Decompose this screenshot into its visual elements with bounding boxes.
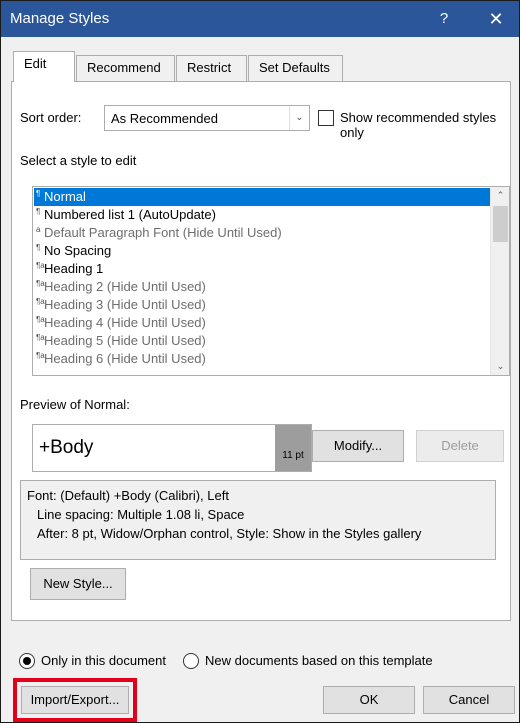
import-export-button[interactable]: Import/Export...: [21, 686, 129, 714]
style-item-label: Heading 6 (Hide Until Used): [44, 351, 206, 366]
only-this-document-label: Only in this document: [41, 653, 167, 668]
description-line: Line spacing: Multiple 1.08 li, Space: [37, 507, 245, 522]
tab-edit[interactable]: Edit: [13, 51, 75, 82]
preview-label: Preview of Normal:: [20, 397, 130, 412]
style-preview-box: +Body 11 pt: [32, 424, 312, 472]
radio-only-this-document[interactable]: [19, 653, 35, 669]
import-export-button-label: Import/Export...: [30, 692, 120, 707]
tab-set-defaults[interactable]: Set Defaults: [248, 55, 343, 81]
character-style-icon: a: [36, 225, 41, 234]
linked-style-icon: ¶a: [36, 351, 45, 360]
style-item-label: Numbered list 1 (AutoUpdate): [44, 207, 216, 222]
select-style-label: Select a style to edit: [20, 153, 137, 168]
style-item-label: Heading 4 (Hide Until Used): [44, 315, 206, 330]
paragraph-style-icon: ¶: [36, 243, 41, 252]
tab-label: Recommend: [87, 60, 161, 75]
style-item-heading-6[interactable]: ¶a Heading 6 (Hide Until Used): [34, 350, 490, 368]
linked-style-icon: ¶a: [36, 315, 45, 324]
delete-button-label: Delete: [441, 438, 479, 453]
style-item-label: Heading 5 (Hide Until Used): [44, 333, 206, 348]
style-item-label: Heading 2 (Hide Until Used): [44, 279, 206, 294]
paragraph-style-icon: ¶: [36, 189, 41, 198]
sort-order-dropdown[interactable]: As Recommended ⌄: [104, 105, 310, 131]
styles-list[interactable]: ¶ Normal ¶ Numbered list 1 (AutoUpdate) …: [32, 186, 510, 376]
style-item-heading-5[interactable]: ¶a Heading 5 (Hide Until Used): [34, 332, 490, 350]
style-item-label: Heading 3 (Hide Until Used): [44, 297, 206, 312]
radio-new-documents[interactable]: [183, 653, 199, 669]
style-item-heading-2[interactable]: ¶a Heading 2 (Hide Until Used): [34, 278, 490, 296]
modify-button[interactable]: Modify...: [312, 430, 404, 462]
description-line: Font: (Default) +Body (Calibri), Left: [27, 488, 229, 503]
delete-button[interactable]: Delete: [416, 430, 504, 462]
radio-selected-dot: [23, 657, 31, 665]
close-icon: ✕: [488, 9, 504, 29]
close-button[interactable]: ✕: [481, 7, 511, 31]
edit-tab-panel: Sort order: As Recommended ⌄ Show recomm…: [11, 81, 511, 621]
linked-style-icon: ¶a: [36, 297, 45, 306]
show-recommended-label: Show recommended styles only: [340, 110, 497, 140]
ok-button[interactable]: OK: [323, 686, 415, 714]
scroll-down-icon[interactable]: ⌄: [491, 358, 509, 375]
tab-label: Restrict: [187, 60, 232, 75]
style-description: Font: (Default) +Body (Calibri), Left Li…: [20, 480, 496, 560]
style-item-heading-3[interactable]: ¶a Heading 3 (Hide Until Used): [34, 296, 490, 314]
tab-label: Set Defaults: [259, 60, 330, 75]
style-item-label: Normal: [44, 189, 86, 204]
style-item-label: No Spacing: [44, 243, 112, 258]
linked-style-icon: ¶a: [36, 261, 45, 270]
style-item-default-paragraph-font[interactable]: a Default Paragraph Font (Hide Until Use…: [34, 224, 490, 242]
cancel-button[interactable]: Cancel: [423, 686, 515, 714]
title-bar: Manage Styles ? ✕: [1, 1, 519, 37]
dialog-title: Manage Styles: [10, 10, 110, 27]
style-item-heading-1[interactable]: ¶a Heading 1: [34, 260, 490, 278]
style-item-heading-4[interactable]: ¶a Heading 4 (Hide Until Used): [34, 314, 490, 332]
ok-button-label: OK: [359, 692, 379, 707]
tab-recommend[interactable]: Recommend: [76, 55, 175, 81]
preview-font-size: 11 pt: [275, 425, 311, 471]
sort-order-label: Sort order:: [20, 110, 82, 125]
sort-order-value: As Recommended: [111, 111, 218, 126]
cancel-button-label: Cancel: [448, 692, 490, 707]
new-style-button[interactable]: New Style...: [30, 568, 126, 600]
style-item-no-spacing[interactable]: ¶ No Spacing: [34, 242, 490, 260]
modify-button-label: Modify...: [333, 438, 383, 453]
new-documents-label: New documents based on this template: [205, 653, 433, 668]
linked-style-icon: ¶a: [36, 333, 45, 342]
tab-label: Edit: [24, 56, 47, 71]
description-line: After: 8 pt, Widow/Orphan control, Style…: [37, 526, 422, 541]
tab-restrict[interactable]: Restrict: [176, 55, 247, 81]
styles-list-items: ¶ Normal ¶ Numbered list 1 (AutoUpdate) …: [34, 188, 490, 368]
manage-styles-dialog: Manage Styles ? ✕ Edit Recommend Restric…: [0, 0, 520, 723]
scroll-up-icon[interactable]: ⌃: [491, 187, 509, 204]
new-style-button-label: New Style...: [43, 576, 113, 591]
style-item-normal[interactable]: ¶ Normal: [34, 188, 490, 206]
style-item-label: Default Paragraph Font (Hide Until Used): [44, 225, 282, 240]
preview-sample-text: +Body: [39, 437, 94, 458]
linked-style-icon: ¶a: [36, 279, 45, 288]
style-item-label: Heading 1: [44, 261, 104, 276]
show-recommended-checkbox[interactable]: [318, 110, 334, 126]
style-item-numbered-list-1[interactable]: ¶ Numbered list 1 (AutoUpdate): [34, 206, 490, 224]
scroll-thumb[interactable]: [493, 206, 508, 242]
chevron-down-icon: ⌄: [289, 106, 309, 130]
styles-list-scrollbar[interactable]: ⌃ ⌄: [490, 187, 509, 375]
help-button[interactable]: ?: [429, 7, 459, 31]
paragraph-style-icon: ¶: [36, 207, 41, 216]
